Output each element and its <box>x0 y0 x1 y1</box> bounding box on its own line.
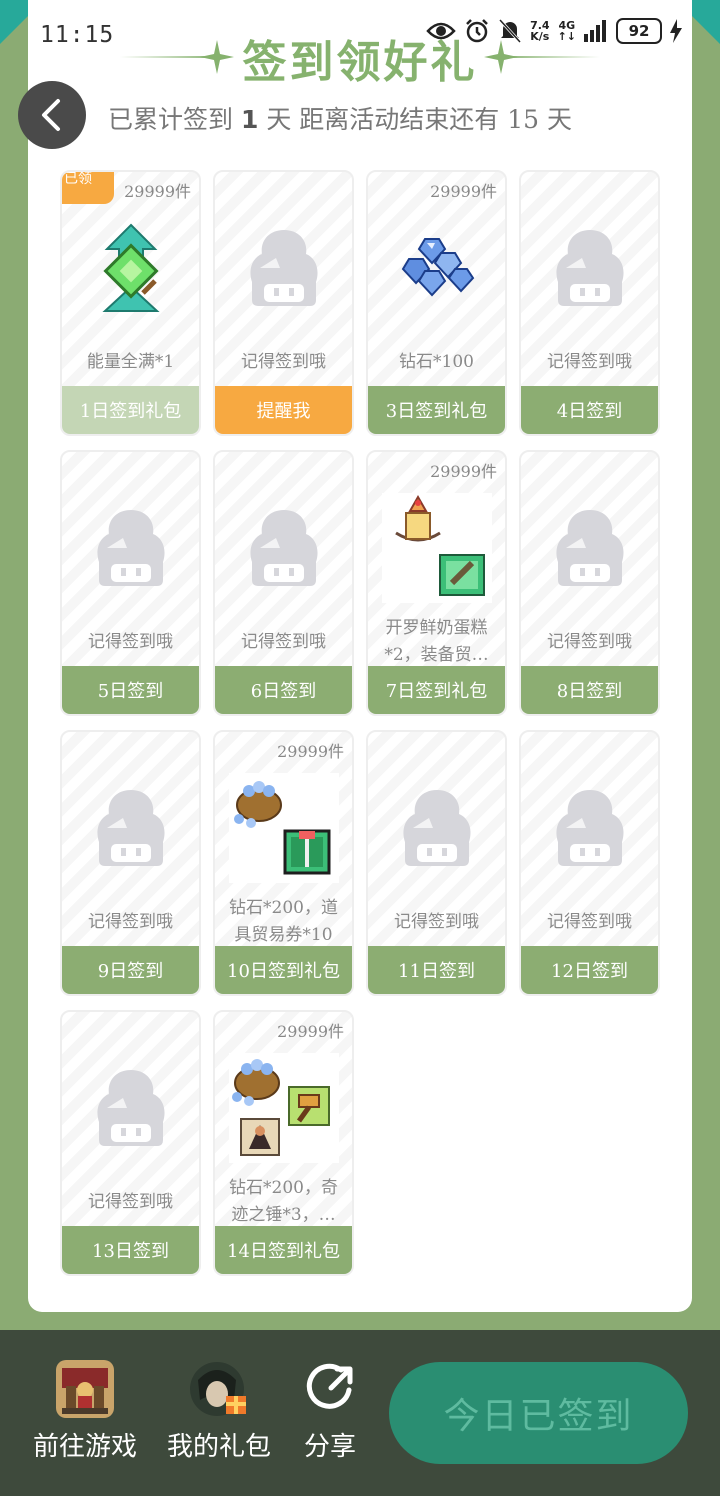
stock-count: 29999件 <box>277 1022 344 1041</box>
reward-description: 记得签到哦 <box>88 911 173 932</box>
day-label: 13日签到 <box>62 1226 199 1274</box>
day-label: 5日签到 <box>62 666 199 714</box>
reward-description: 开罗鲜奶蛋糕*2，装备贸… <box>384 618 489 665</box>
day-label: 7日签到礼包 <box>368 666 505 714</box>
day-label: 3日签到礼包 <box>368 386 505 434</box>
back-button[interactable] <box>18 81 86 149</box>
placeholder-avatar-icon <box>62 1048 199 1168</box>
reward-description: 钻石*200，道具贸易券*10 <box>229 898 338 945</box>
remaining-days: 15 <box>507 105 540 134</box>
day-label: 4日签到 <box>521 386 658 434</box>
day-label: 8日签到 <box>521 666 658 714</box>
reward-description: 记得签到哦 <box>88 1191 173 1212</box>
reward-card[interactable]: 记得签到哦 13日签到 <box>60 1010 201 1276</box>
reward-card[interactable]: 记得签到哦 8日签到 <box>519 450 660 716</box>
placeholder-avatar-icon <box>62 488 199 608</box>
my-gifts-label: 我的礼包 <box>167 1432 272 1462</box>
diamond-bag-hammer-icon <box>215 1048 352 1168</box>
go-game-button[interactable]: 前往游戏 <box>33 1360 137 1463</box>
day-label: 1日签到礼包 <box>62 386 199 434</box>
cake-and-ticket-icon <box>368 488 505 608</box>
avatar-gift-icon <box>190 1362 246 1416</box>
stock-count: 29999件 <box>430 462 497 481</box>
diamonds-icon <box>368 208 505 328</box>
reward-card[interactable]: 记得签到哦 12日签到 <box>519 730 660 996</box>
reward-card[interactable]: 29999件钻石*200，道具贸易券*10 10日签到礼包 <box>213 730 354 996</box>
signin-summary: 已累计签到 1 天 距离活动结束还有 15 天 <box>108 105 573 134</box>
reward-description: 钻石*200，奇迹之锤*3，… <box>229 1178 338 1225</box>
go-game-label: 前往游戏 <box>33 1432 138 1462</box>
signed-today-button[interactable]: 今日已签到 <box>389 1362 688 1464</box>
reward-card[interactable]: 记得签到哦 11日签到 <box>366 730 507 996</box>
stock-count: 29999件 <box>124 182 191 201</box>
share-button[interactable]: 分享 <box>301 1360 359 1463</box>
energy-crystal-icon <box>62 208 199 328</box>
reward-description: 记得签到哦 <box>394 911 479 932</box>
reward-card[interactable]: 29999件开罗鲜奶蛋糕*2，装备贸… 7日签到礼包 <box>366 450 507 716</box>
reward-card[interactable]: 记得签到哦 6日签到 <box>213 450 354 716</box>
placeholder-avatar-icon <box>368 768 505 888</box>
stock-count: 29999件 <box>277 742 344 761</box>
reward-description: 记得签到哦 <box>547 351 632 372</box>
day-label: 9日签到 <box>62 946 199 994</box>
claimed-badge: 已领 <box>62 172 114 204</box>
chevron-left-icon <box>42 99 60 131</box>
reward-description: 能量全满*1 <box>86 351 175 372</box>
signed-days: 1 <box>240 105 259 134</box>
game-app-icon <box>56 1360 114 1418</box>
day-label: 10日签到礼包 <box>215 946 352 994</box>
day-label: 14日签到礼包 <box>215 1226 352 1274</box>
day-label: 6日签到 <box>215 666 352 714</box>
placeholder-avatar-icon <box>521 208 658 328</box>
bottom-bar: 前往游戏 我的礼包 分享 今日已签到 <box>0 1330 720 1496</box>
share-icon <box>306 1363 353 1409</box>
placeholder-avatar-icon <box>62 768 199 888</box>
stock-count: 29999件 <box>430 182 497 201</box>
reward-card[interactable]: 29999件钻石*200，奇迹之锤*3，… 14日签到礼包 <box>213 1010 354 1276</box>
placeholder-avatar-icon <box>521 488 658 608</box>
reward-description: 记得签到哦 <box>547 911 632 932</box>
placeholder-avatar-icon <box>521 768 658 888</box>
reward-card[interactable]: 已领 29999件能量全满*1 1日签到礼包 <box>60 170 201 436</box>
placeholder-avatar-icon <box>215 488 352 608</box>
placeholder-avatar-icon <box>215 208 352 328</box>
reward-card[interactable]: 记得签到哦 提醒我 <box>213 170 354 436</box>
reward-card[interactable]: 记得签到哦 4日签到 <box>519 170 660 436</box>
reward-description: 钻石*100 <box>399 351 474 372</box>
page-title: 签到领好礼 <box>242 37 478 88</box>
remind-me-button[interactable]: 提醒我 <box>215 386 352 434</box>
reward-description: 记得签到哦 <box>241 351 326 372</box>
share-label: 分享 <box>303 1432 356 1462</box>
my-gifts-button[interactable]: 我的礼包 <box>167 1360 271 1463</box>
reward-card[interactable]: 记得签到哦 5日签到 <box>60 450 201 716</box>
reward-description: 记得签到哦 <box>88 631 173 652</box>
day-label: 12日签到 <box>521 946 658 994</box>
reward-card[interactable]: 记得签到哦 9日签到 <box>60 730 201 996</box>
reward-description: 记得签到哦 <box>241 631 326 652</box>
day-label: 11日签到 <box>368 946 505 994</box>
diamond-bag-and-ticket-icon <box>215 768 352 888</box>
title-wrap: 签到领好礼 <box>0 28 720 88</box>
reward-description: 记得签到哦 <box>547 631 632 652</box>
reward-card[interactable]: 29999件钻石*100 3日签到礼包 <box>366 170 507 436</box>
